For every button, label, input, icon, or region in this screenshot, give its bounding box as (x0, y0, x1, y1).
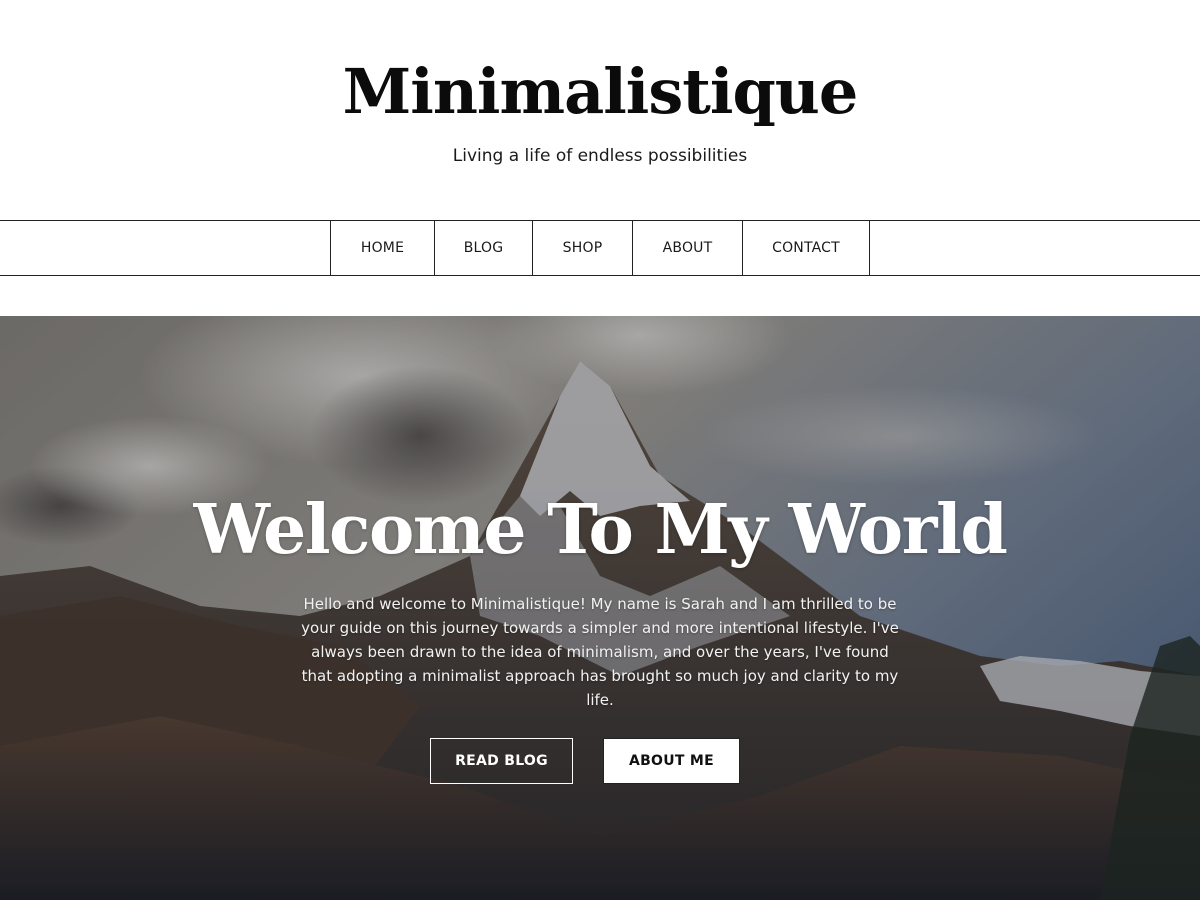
hero-title: Welcome To My World (193, 490, 1008, 570)
site-title[interactable]: Minimalistique (0, 52, 1200, 132)
about-me-button[interactable]: ABOUT ME (603, 738, 740, 784)
nav-item-blog[interactable]: BLOG (435, 221, 533, 275)
nav-item-home[interactable]: HOME (331, 221, 435, 275)
nav-item-contact[interactable]: CONTACT (743, 221, 870, 275)
hero-intro-text: Hello and welcome to Minimalistique! My … (301, 595, 899, 709)
site-tagline: Living a life of endless possibilities (452, 146, 748, 166)
nav-item-about[interactable]: ABOUT (633, 221, 743, 275)
main-nav: HOME BLOG SHOP ABOUT CONTACT (0, 220, 1200, 276)
hero-section: Welcome To My World Hello and welcome to… (0, 316, 1200, 900)
read-blog-button[interactable]: READ BLOG (430, 738, 573, 784)
site-header: Minimalistique Living a life of endless … (0, 0, 1200, 220)
nav-list: HOME BLOG SHOP ABOUT CONTACT (330, 221, 870, 275)
nav-item-shop[interactable]: SHOP (533, 221, 633, 275)
